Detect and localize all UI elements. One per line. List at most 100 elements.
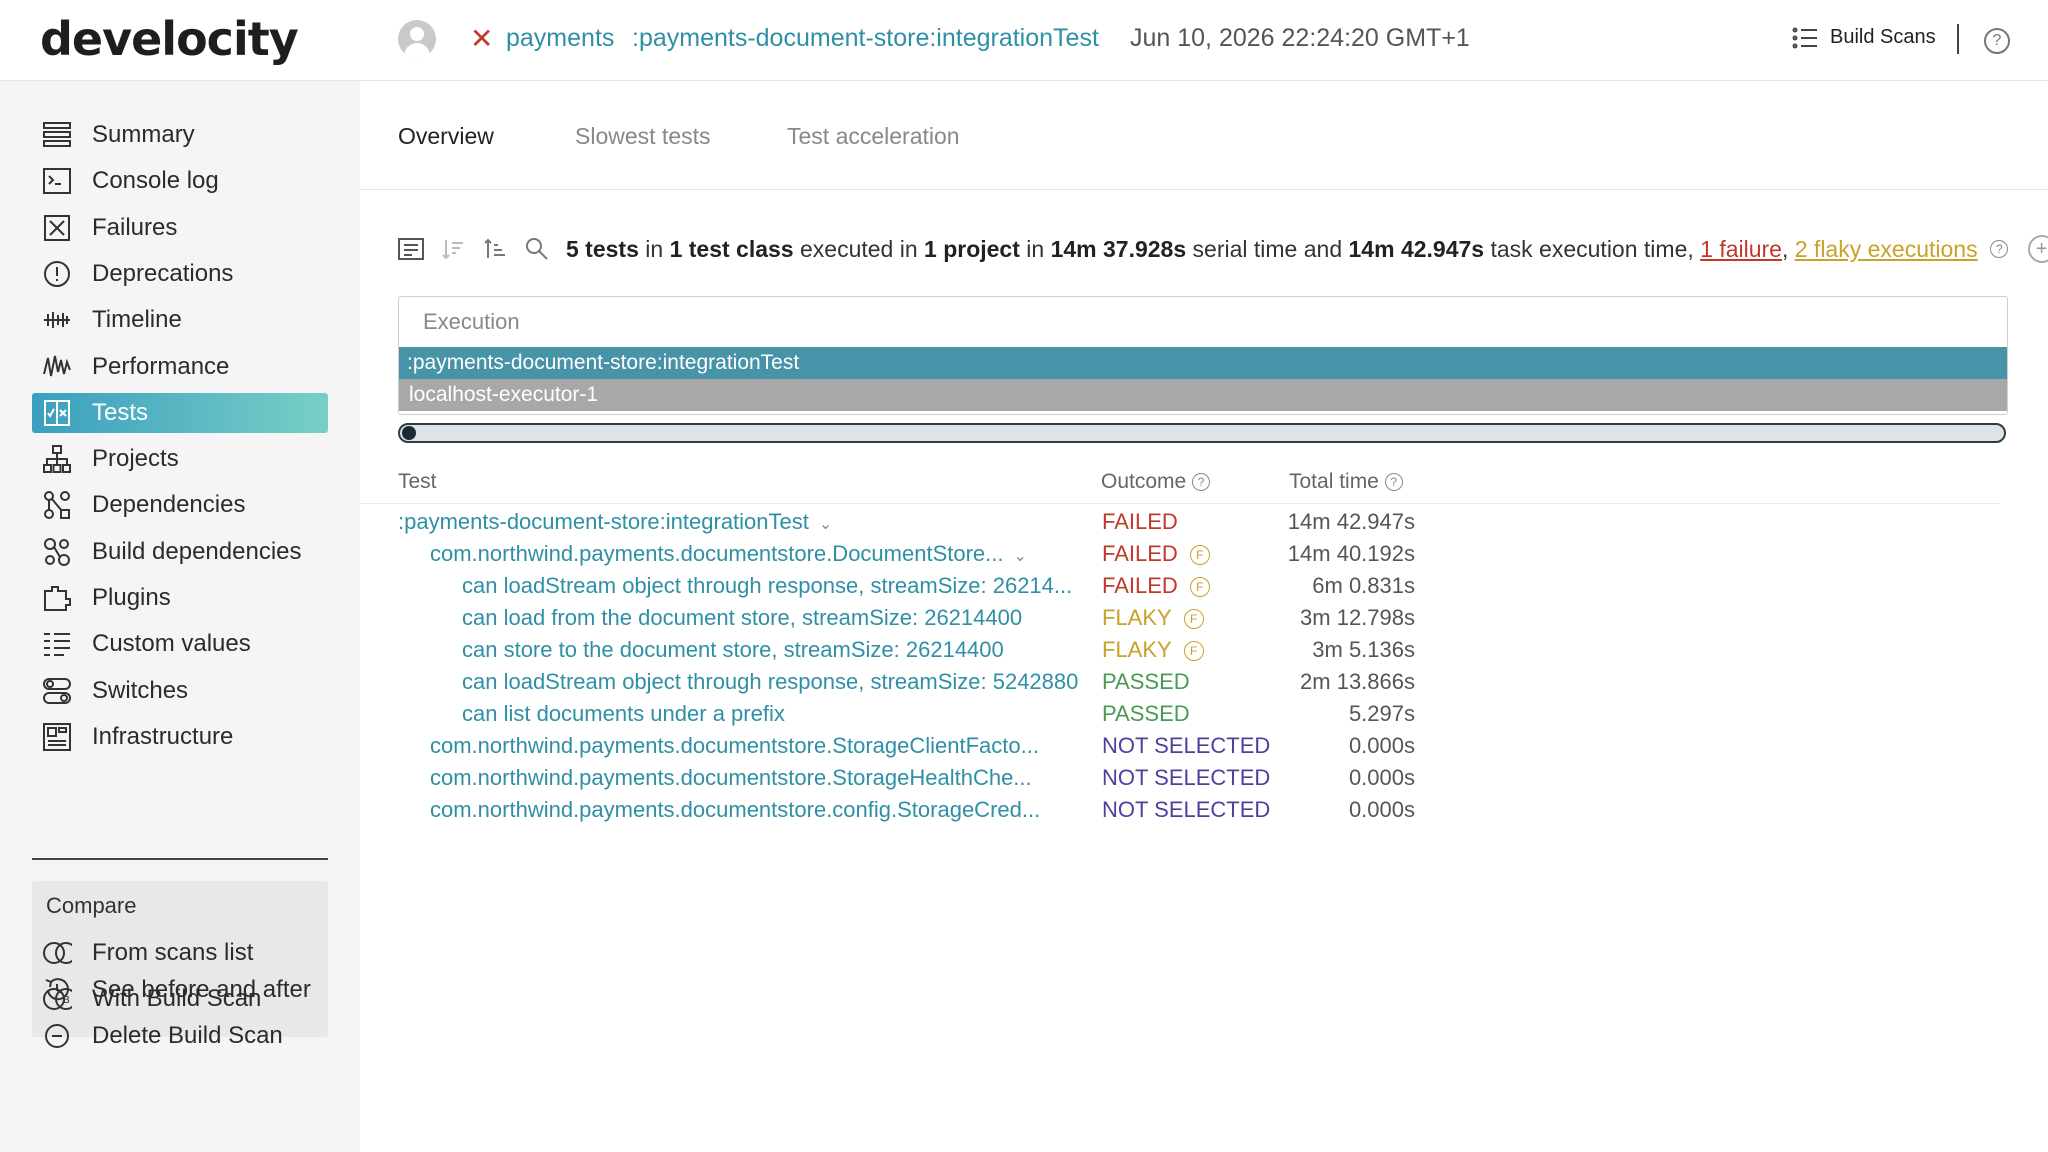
develocity-logo[interactable]: develocity [40, 12, 299, 66]
total-time-cell: 2m 13.866s [1300, 669, 1415, 694]
sidebar-item-switches[interactable]: Switches [32, 671, 328, 711]
sidebar-item-console-log[interactable]: Console log [32, 161, 328, 201]
sort-descending-icon[interactable] [440, 236, 466, 262]
compare-panel: Compare From scans list B With Build Scan [32, 881, 328, 1037]
outcome-label: FAILED [1102, 573, 1178, 598]
add-icon[interactable]: + [2027, 235, 2048, 263]
execution-task-bar[interactable]: :payments-document-store:integrationTest [399, 347, 2007, 379]
test-name: com.northwind.payments.documentstore.Sto… [430, 765, 1032, 790]
summary-text-executed: executed in [799, 235, 918, 262]
document-icon[interactable] [398, 236, 424, 262]
sidebar-item-deprecations[interactable]: Deprecations [32, 254, 328, 294]
test-name-link[interactable]: com.northwind.payments.documentstore.Doc… [430, 541, 1027, 567]
test-method-row[interactable]: can store to the document store, streamS… [360, 633, 2000, 665]
sidebar-item-label: Timeline [92, 306, 182, 334]
sidebar-item-tests[interactable]: Tests [32, 392, 328, 433]
sidebar-item-failures[interactable]: Failures [32, 208, 328, 248]
sidebar-item-summary[interactable]: Summary [32, 115, 328, 155]
help-icon[interactable]: ? [1984, 28, 2010, 54]
build-scans-button[interactable]: Build Scans [1792, 26, 1936, 49]
outcome-label: FAILED [1102, 541, 1178, 566]
sidebar-item-projects[interactable]: Projects [32, 439, 328, 479]
sidebar-item-dependencies[interactable]: Dependencies [32, 485, 328, 525]
header-project-link[interactable]: payments [506, 24, 614, 53]
outcome-help-icon[interactable]: ? [1192, 473, 1211, 492]
task-row[interactable]: :payments-document-store:integrationTest… [360, 505, 2000, 537]
total-time-cell: 0.000s [1348, 733, 1415, 758]
outcome-cell: FAILED F [1102, 573, 1210, 599]
sidebar-item-infrastructure[interactable]: Infrastructure [32, 717, 328, 757]
test-name-link[interactable]: can loadStream object through response, … [462, 669, 1078, 695]
flaky-icon: F [1189, 545, 1210, 566]
outcome-cell: FLAKY F [1102, 605, 1204, 631]
sidebar-item-label: See before and after [92, 976, 311, 1003]
chevron-down-icon[interactable]: ⌄ [1014, 548, 1027, 565]
test-method-row[interactable]: can load from the document store, stream… [360, 601, 2000, 633]
sidebar-item-plugins[interactable]: Plugins [32, 578, 328, 618]
executor-bar[interactable]: localhost-executor-1 [399, 379, 2007, 411]
chevron-down-icon[interactable]: ⌄ [819, 516, 832, 533]
sidebar-item-label: Custom values [92, 630, 251, 658]
total-time-help-icon[interactable]: ? [1384, 473, 1403, 492]
test-name-link[interactable]: can load from the document store, stream… [462, 605, 1022, 631]
test-name-link[interactable]: com.northwind.payments.documentstore.Sto… [430, 765, 1032, 791]
column-header-total-time[interactable]: Total time ? [1289, 470, 1403, 494]
history-icon [42, 975, 72, 1005]
sidebar-action-delete-build-scan[interactable]: Delete Build Scan [32, 1016, 328, 1056]
tests-count: 5 tests [566, 235, 639, 262]
tab-test-acceleration[interactable]: Test acceleration [787, 123, 960, 150]
test-method-row[interactable]: can loadStream object through response, … [360, 665, 2000, 697]
sidebar-item-build-dependencies[interactable]: Build dependencies [32, 532, 328, 572]
outcome-cell: NOT SELECTED [1102, 797, 1270, 823]
header-task-link[interactable]: :payments-document-store:integrationTest [632, 24, 1099, 53]
test-name-link[interactable]: com.northwind.payments.documentstore.con… [430, 797, 1040, 823]
test-name-link[interactable]: can store to the document store, streamS… [462, 637, 1004, 663]
sidebar-action-see-before-and-after[interactable]: See before and after [32, 970, 328, 1010]
tab-overview[interactable]: Overview [398, 123, 494, 150]
build-dependencies-icon [42, 537, 72, 567]
build-date: Jun 10, 2026 22:24:20 GMT+1 [1130, 24, 1470, 52]
test-name-link[interactable]: can loadStream object through response, … [462, 573, 1072, 599]
timeline-scrubber[interactable] [398, 423, 2006, 443]
total-time-cell: 6m 0.831s [1312, 573, 1415, 598]
compare-title: Compare [46, 893, 137, 918]
column-header-test[interactable]: Test [398, 470, 437, 494]
summary-help-icon[interactable]: ? [1990, 240, 2009, 258]
sidebar-item-custom-values[interactable]: Custom values [32, 624, 328, 664]
test-class-row[interactable]: com.northwind.payments.documentstore.Doc… [360, 537, 2000, 569]
total-time-cell: 3m 5.136s [1312, 637, 1415, 662]
sidebar-item-label: Summary [92, 121, 195, 148]
test-method-row[interactable]: can loadStream object through response, … [360, 569, 2000, 601]
column-header-outcome[interactable]: Outcome ? [1101, 470, 1211, 494]
search-icon[interactable] [524, 236, 550, 262]
test-class-row[interactable]: com.northwind.payments.documentstore.con… [360, 793, 2000, 825]
failures-link[interactable]: 1 failure [1700, 236, 1782, 263]
test-name: com.northwind.payments.documentstore.Doc… [430, 541, 1004, 566]
test-name-link[interactable]: com.northwind.payments.documentstore.Sto… [430, 733, 1039, 759]
total-time-cell: 0.000s [1348, 797, 1415, 822]
test-class-row[interactable]: com.northwind.payments.documentstore.Sto… [360, 761, 2000, 793]
test-name-link[interactable]: can list documents under a prefix [462, 701, 785, 727]
compare-from-scans-list[interactable]: From scans list [32, 933, 328, 973]
flaky-icon: F [1183, 641, 1204, 662]
tests-icon [42, 398, 72, 428]
outcome-label: PASSED [1102, 701, 1190, 726]
test-class-row[interactable]: com.northwind.payments.documentstore.Sto… [360, 729, 2000, 761]
sidebar-item-performance[interactable]: Performance [32, 347, 328, 387]
avatar[interactable] [398, 20, 436, 58]
test-name: can list documents under a prefix [462, 701, 785, 726]
summary-text-serial: serial time and [1192, 235, 1343, 262]
scrubber-handle[interactable] [402, 426, 416, 440]
sidebar-item-label: Dependencies [92, 491, 246, 519]
test-name-link[interactable]: :payments-document-store:integrationTest… [398, 509, 832, 535]
outcome-label: NOT SELECTED [1102, 797, 1271, 822]
test-method-row[interactable]: can list documents under a prefix PASSED 5… [360, 697, 2000, 729]
sidebar-item-timeline[interactable]: Timeline [32, 300, 328, 340]
summary-comma: , [1781, 235, 1789, 262]
flaky-executions-link[interactable]: 2 flaky executions [1795, 236, 1978, 263]
total-time-cell: 0.000s [1348, 765, 1415, 790]
timeline-icon [42, 305, 72, 335]
tab-slowest-tests[interactable]: Slowest tests [575, 123, 711, 150]
sort-ascending-icon[interactable] [482, 236, 508, 262]
sidebar-item-label: From scans list [92, 939, 254, 966]
